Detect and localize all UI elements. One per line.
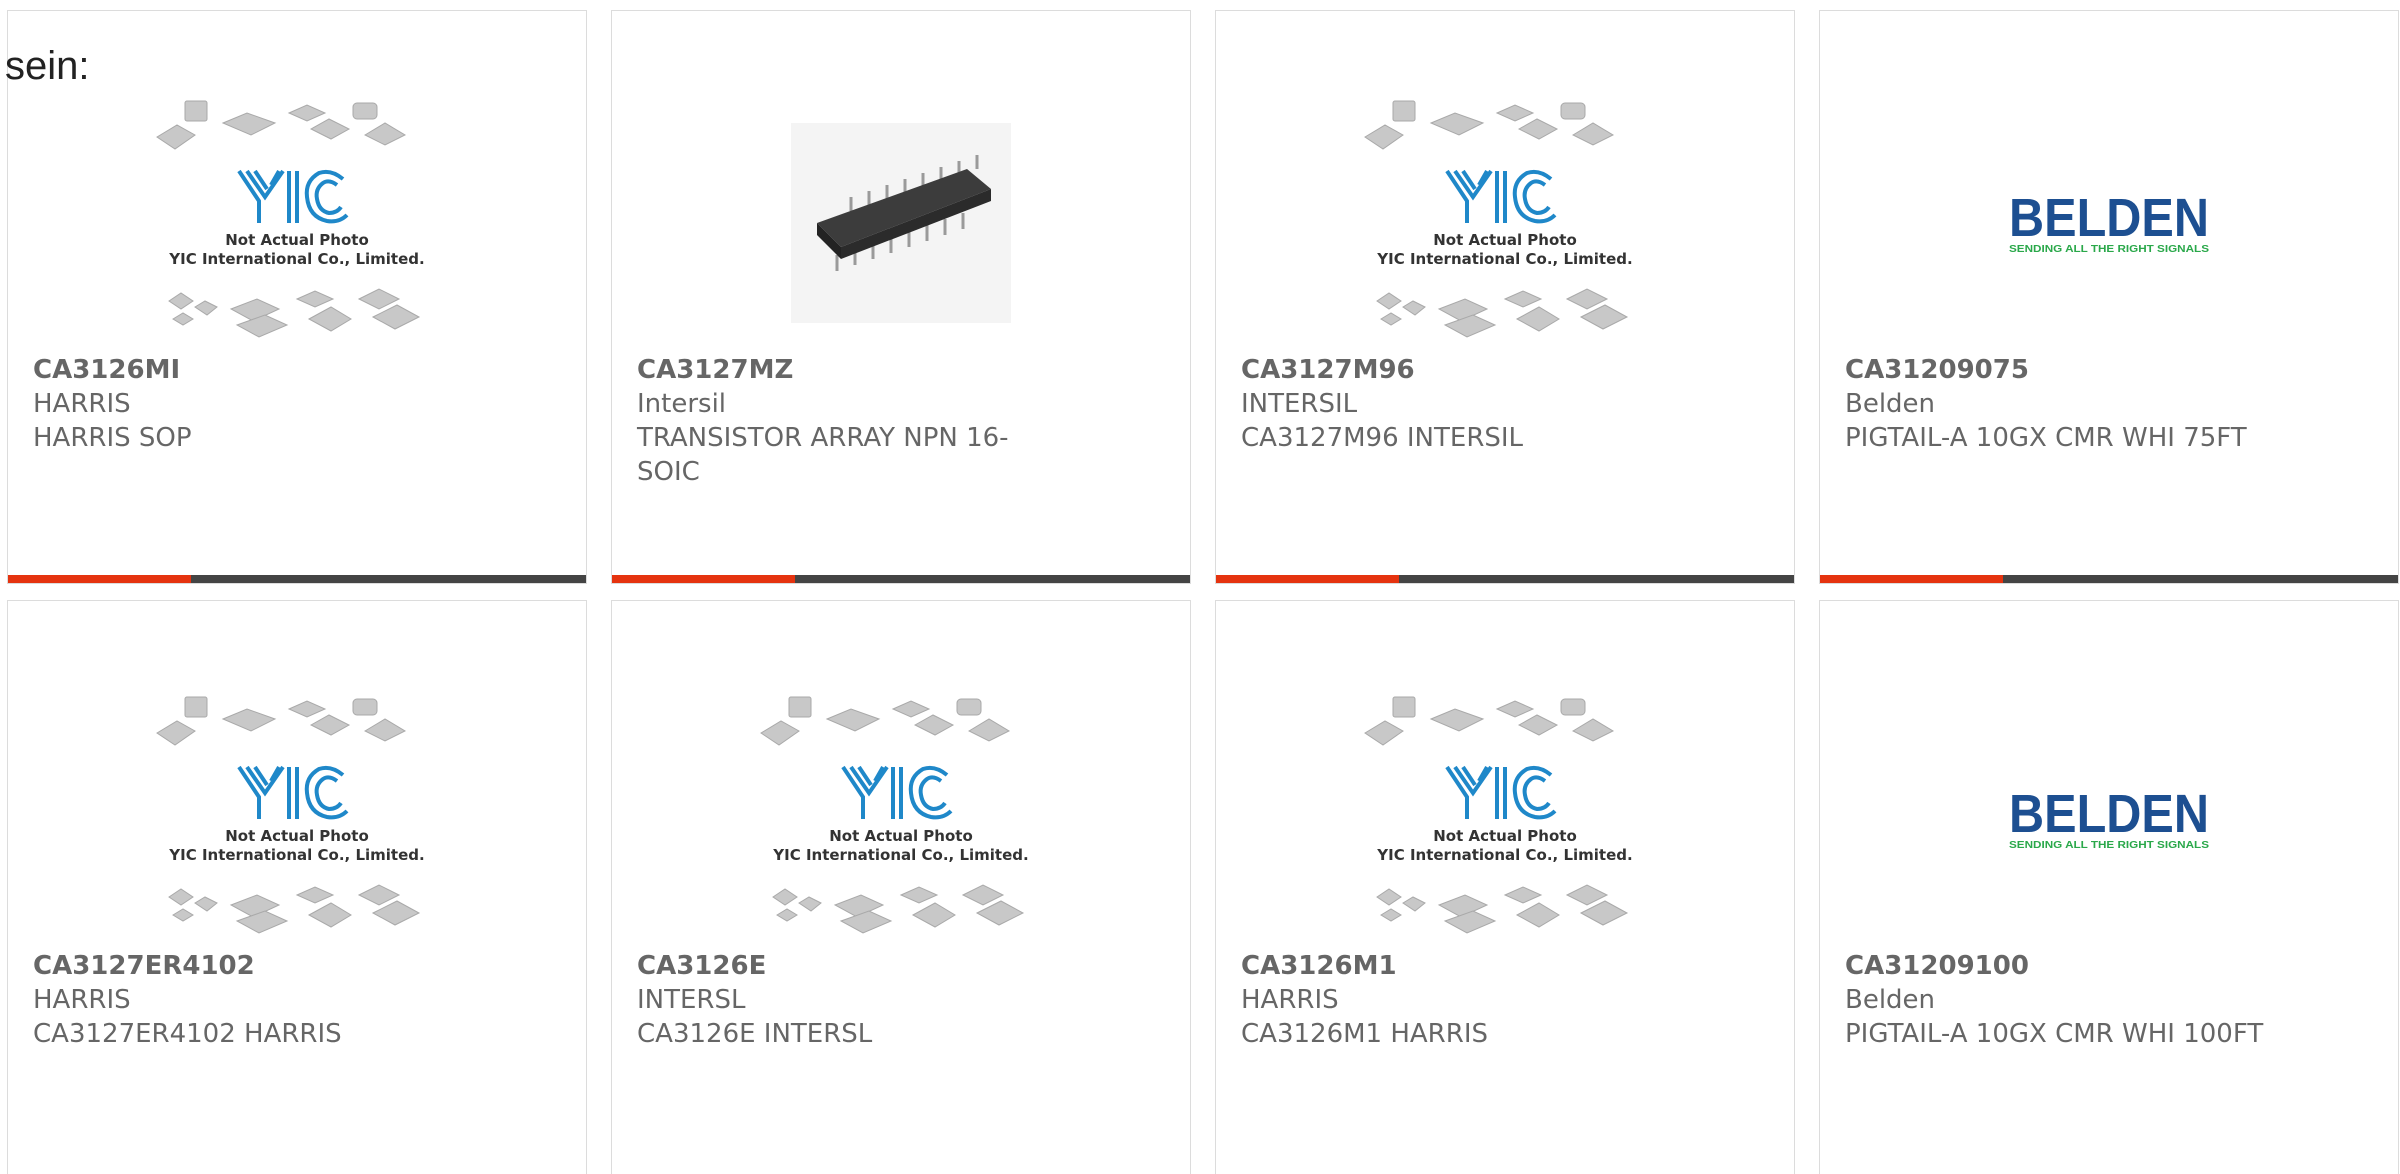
manufacturer: HARRIS (33, 389, 131, 419)
product-card[interactable]: Not Actual Photo YIC International Co., … (7, 600, 587, 1174)
caption-line2: YIC International Co., Limited. (1376, 846, 1632, 864)
soic-chip-image (791, 123, 1011, 323)
svg-text:SENDING ALL THE RIGHT SIGNALS: SENDING ALL THE RIGHT SIGNALS (2009, 840, 2209, 851)
part-number[interactable]: CA3126E (637, 949, 1057, 983)
description: PIGTAIL-A 10GX CMR WHI 100FT (1845, 1019, 2264, 1049)
section-heading: sein: (5, 44, 90, 88)
belden-logo: BELDEN SENDING ALL THE RIGHT SIGNALS (2009, 784, 2209, 851)
manufacturer: Belden (1845, 985, 1936, 1015)
description: HARRIS SOP (33, 423, 192, 453)
part-number[interactable]: CA3127ER4102 (33, 949, 453, 983)
product-image[interactable]: Not Actual Photo YIC International Co., … (1216, 93, 1794, 353)
description: CA3127M96 INTERSIL (1241, 423, 1524, 453)
caption-line1: Not Actual Photo (225, 231, 369, 249)
part-number[interactable]: CA31209075 (1845, 353, 2265, 387)
manufacturer: HARRIS (1241, 985, 1339, 1015)
product-card[interactable]: BELDEN SENDING ALL THE RIGHT SIGNALS CA3… (1819, 10, 2399, 584)
caption-line2: YIC International Co., Limited. (772, 846, 1028, 864)
description: CA3126E INTERSL (637, 1019, 873, 1049)
product-card[interactable]: BELDEN SENDING ALL THE RIGHT SIGNALS CA3… (1819, 600, 2399, 1174)
product-card[interactable]: Not Actual Photo YIC International Co., … (1215, 10, 1795, 584)
product-image[interactable]: Not Actual Photo YIC International Co., … (612, 689, 1190, 949)
part-number[interactable]: CA3127MZ (637, 353, 1057, 387)
description: TRANSISTOR ARRAY NPN 16-SOIC (637, 423, 1009, 487)
card-accent-bar (1216, 575, 1794, 583)
part-number[interactable]: CA3126MI (33, 353, 453, 387)
yic-logo (237, 169, 349, 224)
part-number[interactable]: CA3127M96 (1241, 353, 1661, 387)
manufacturer: INTERSIL (1241, 389, 1358, 419)
product-image[interactable]: BELDEN SENDING ALL THE RIGHT SIGNALS (1820, 93, 2398, 353)
yic-placeholder-image: Not Actual Photo YIC International Co., … (156, 100, 425, 338)
caption-line2: YIC International Co., Limited. (168, 250, 424, 268)
svg-text:SENDING ALL THE RIGHT SIGNALS: SENDING ALL THE RIGHT SIGNALS (2009, 244, 2209, 255)
product-card[interactable]: CA3127MZ Intersil TRANSISTOR ARRAY NPN 1… (611, 10, 1191, 584)
card-accent-bar (612, 575, 1190, 583)
caption-line1: Not Actual Photo (225, 827, 369, 845)
product-image[interactable]: Not Actual Photo YIC International Co., … (1216, 689, 1794, 949)
card-accent-bar (8, 575, 586, 583)
manufacturer: HARRIS (33, 985, 131, 1015)
product-card[interactable]: Not Actual Photo YIC International Co., … (611, 600, 1191, 1174)
caption-line2: YIC International Co., Limited. (1376, 250, 1632, 268)
card-accent-bar (1820, 575, 2398, 583)
product-card[interactable]: Not Actual Photo YIC International Co., … (7, 10, 587, 584)
yic-logo (841, 765, 953, 820)
yic-logo (237, 765, 349, 820)
yic-logo (1445, 169, 1557, 224)
description: CA3126M1 HARRIS (1241, 1019, 1488, 1049)
svg-text:BELDEN: BELDEN (2009, 784, 2209, 844)
caption-line1: Not Actual Photo (1433, 231, 1577, 249)
yic-placeholder-image: Not Actual Photo YIC International Co., … (1364, 696, 1633, 934)
description: PIGTAIL-A 10GX CMR WHI 75FT (1845, 423, 2247, 453)
belden-logo: BELDEN SENDING ALL THE RIGHT SIGNALS (2009, 188, 2209, 255)
description: CA3127ER4102 HARRIS (33, 1019, 342, 1049)
product-image[interactable]: Not Actual Photo YIC International Co., … (8, 689, 586, 949)
manufacturer: Intersil (637, 389, 727, 419)
product-image[interactable] (612, 93, 1190, 353)
part-number[interactable]: CA31209100 (1845, 949, 2265, 983)
caption-line2: YIC International Co., Limited. (168, 846, 424, 864)
yic-placeholder-image: Not Actual Photo YIC International Co., … (1364, 100, 1633, 338)
product-card[interactable]: Not Actual Photo YIC International Co., … (1215, 600, 1795, 1174)
yic-placeholder-image: Not Actual Photo YIC International Co., … (156, 696, 425, 934)
yic-logo (1445, 765, 1557, 820)
yic-placeholder-image: Not Actual Photo YIC International Co., … (760, 696, 1029, 934)
caption-line1: Not Actual Photo (829, 827, 973, 845)
product-image[interactable]: BELDEN SENDING ALL THE RIGHT SIGNALS (1820, 689, 2398, 949)
part-number[interactable]: CA3126M1 (1241, 949, 1661, 983)
product-image[interactable]: Not Actual Photo YIC International Co., … (8, 93, 586, 353)
caption-line1: Not Actual Photo (1433, 827, 1577, 845)
manufacturer: INTERSL (637, 985, 746, 1015)
svg-text:BELDEN: BELDEN (2009, 188, 2209, 248)
manufacturer: Belden (1845, 389, 1936, 419)
